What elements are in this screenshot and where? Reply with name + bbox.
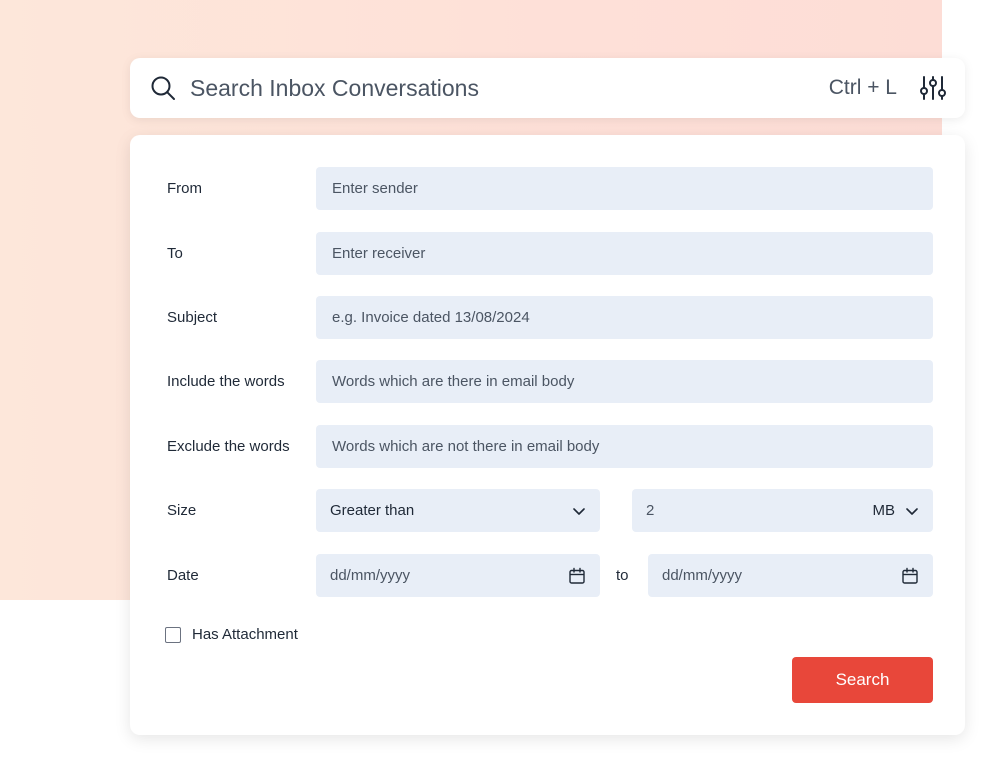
has-attachment-option[interactable]: Has Attachment xyxy=(165,626,298,643)
exclude-words-label: Exclude the words xyxy=(167,438,290,455)
date-separator: to xyxy=(616,567,629,584)
to-input[interactable] xyxy=(330,244,919,263)
chevron-down-icon xyxy=(906,507,918,515)
include-words-input[interactable] xyxy=(330,372,919,391)
date-to-input[interactable]: dd/mm/yyyy xyxy=(662,567,742,584)
size-value-field[interactable]: 2 MB xyxy=(632,489,933,532)
date-from-field[interactable]: dd/mm/yyyy xyxy=(316,554,600,597)
row-date: Date dd/mm/yyyy to dd/mm/yyyy xyxy=(130,554,965,597)
from-input[interactable] xyxy=(330,179,919,198)
date-label: Date xyxy=(167,567,199,584)
from-label: From xyxy=(167,180,202,197)
row-include-words: Include the words xyxy=(130,360,965,403)
exclude-words-input[interactable] xyxy=(330,437,919,456)
search-icon xyxy=(151,76,175,100)
size-unit-value: MB xyxy=(872,502,896,519)
row-size: Size Greater than 2 MB xyxy=(130,489,965,532)
row-subject: Subject xyxy=(130,296,965,339)
size-comparator-value: Greater than xyxy=(330,502,415,519)
keyboard-shortcut: Ctrl + L xyxy=(828,76,897,99)
subject-field[interactable] xyxy=(316,296,933,339)
to-field[interactable] xyxy=(316,232,933,275)
size-label: Size xyxy=(167,502,197,519)
chevron-down-icon xyxy=(573,507,585,515)
has-attachment-checkbox[interactable] xyxy=(165,626,181,643)
advanced-search-panel: From To Subject Include the words Exclud… xyxy=(130,135,965,735)
include-words-label: Include the words xyxy=(167,373,285,390)
search-input[interactable] xyxy=(188,73,829,103)
subject-input[interactable] xyxy=(330,308,919,327)
sliders-icon[interactable] xyxy=(919,74,947,102)
has-attachment-label[interactable]: Has Attachment xyxy=(192,626,298,643)
calendar-icon[interactable] xyxy=(901,567,919,585)
subject-label: Subject xyxy=(167,309,218,326)
row-to: To xyxy=(130,232,965,275)
include-words-field[interactable] xyxy=(316,360,933,403)
row-from: From xyxy=(130,167,965,210)
date-from-input[interactable]: dd/mm/yyyy xyxy=(330,567,410,584)
to-label: To xyxy=(167,245,183,262)
row-exclude-words: Exclude the words xyxy=(130,425,965,468)
date-to-field[interactable]: dd/mm/yyyy xyxy=(648,554,933,597)
calendar-icon[interactable] xyxy=(568,567,586,585)
size-unit-select[interactable]: MB xyxy=(873,502,920,519)
search-bar[interactable]: Ctrl + L xyxy=(130,58,965,118)
exclude-words-field[interactable] xyxy=(316,425,933,468)
size-comparator-select[interactable]: Greater than xyxy=(316,489,600,532)
search-button[interactable]: Search xyxy=(792,657,933,703)
size-value[interactable]: 2 xyxy=(646,502,654,519)
from-field[interactable] xyxy=(316,167,933,210)
